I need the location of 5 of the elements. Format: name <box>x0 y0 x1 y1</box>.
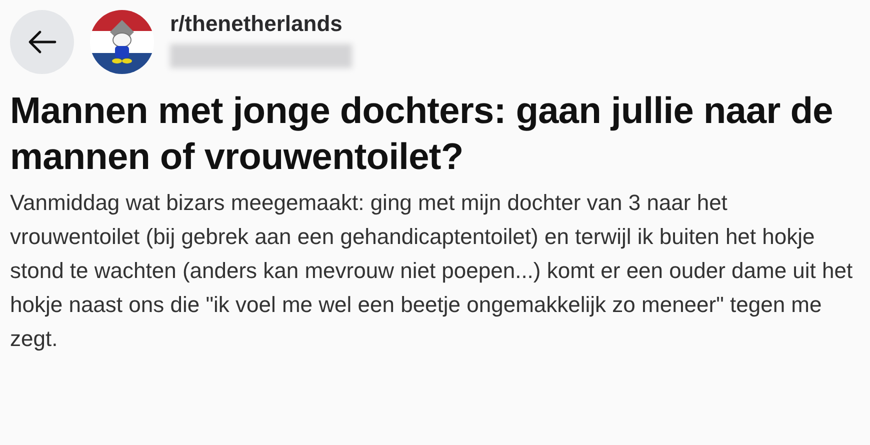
subreddit-name[interactable]: r/thenetherlands <box>170 10 352 38</box>
subreddit-avatar-icon[interactable] <box>90 10 154 74</box>
post-body: Vanmiddag wat bizars meegemaakt: ging met mijn dochter van 3 naar het vrouwentoilet (bij gebrek aan een gehandicaptentoilet) en terwijl ik buiten het hokje stond te wachten (anders kan mevrouw niet poepen...) komt er een ouder dame uit het hokje naast ons die "ik voel me wel een beetje ongemakkelijk zo meneer" tegen me zegt. <box>9 189 854 353</box>
post-title: Mannen met jonge dochters: gaan jullie naar de mannen of vrouwentoilet? <box>9 89 834 179</box>
back-arrow-icon <box>27 30 57 54</box>
